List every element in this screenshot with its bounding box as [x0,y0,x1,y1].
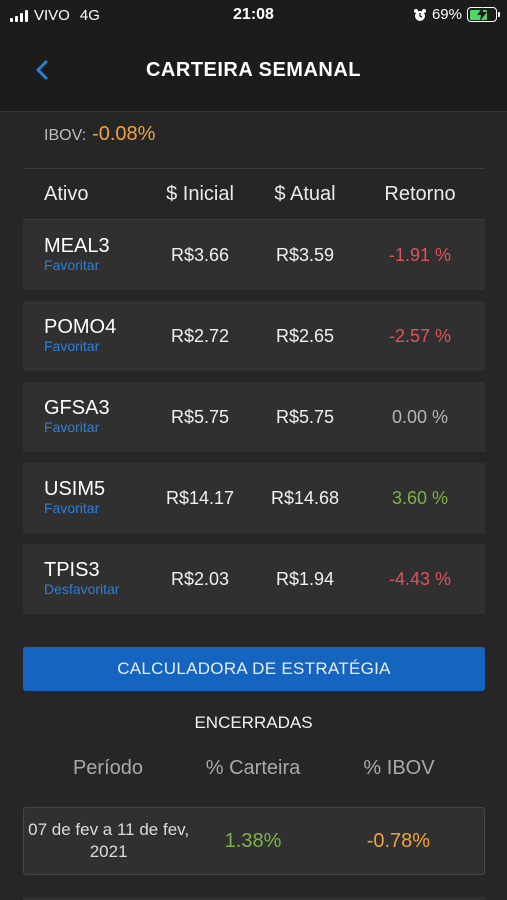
table-header: Ativo $ Inicial $ Atual Retorno [23,168,485,220]
favorite-toggle-link[interactable]: Desfavoritar [44,581,119,597]
table-row[interactable]: USIM5 Favoritar R$14.17 R$14.68 3.60 % [23,463,485,533]
strategy-calculator-button[interactable]: CALCULADORA DE ESTRATÉGIA [23,647,485,691]
return-value: -1.91 % [388,244,452,265]
battery-percent: 69% [431,6,462,23]
header-periodo: Período [72,757,144,779]
header-atual: $ Atual [274,182,336,205]
ticker: TPIS3 [44,559,100,581]
ticker: MEAL3 [44,235,110,257]
page-title: CARTEIRA SEMANAL [145,59,362,81]
status-right: 69% [413,6,500,23]
initial-price: R$2.03 [170,568,230,589]
current-price: R$2.65 [275,325,335,346]
table-row[interactable]: POMO4 Favoritar R$2.72 R$2.65 -2.57 % [23,301,485,371]
initial-price: R$3.66 [170,244,230,265]
portfolio-table: Ativo $ Inicial $ Atual Retorno MEAL3 Fav… [23,168,485,614]
asset-cell: TPIS3 Desfavoritar [23,559,145,599]
favorite-toggle-link[interactable]: Favoritar [44,338,99,354]
closed-section-title: ENCERRADAS [194,713,313,732]
return-value: -4.43 % [388,568,452,589]
alarm-icon [413,8,426,21]
asset-cell: POMO4 Favoritar [23,316,145,356]
current-price: R$1.94 [275,568,335,589]
ticker: GFSA3 [44,397,110,419]
ibov-value: -0.08% [92,123,156,145]
ibov-summary: IBOV: -0.08% [44,123,155,146]
asset-cell: MEAL3 Favoritar [23,235,145,275]
table-body: MEAL3 Favoritar R$3.66 R$3.59 -1.91 % POMO4 Fa… [23,220,485,614]
return-value: 3.60 % [391,487,449,508]
closed-ibov-value: -0.78% [366,829,431,852]
closed-carteira-value: 1.38% [224,829,282,852]
initial-price: R$5.75 [170,406,230,427]
current-price: R$3.59 [275,244,335,265]
nav-bar: CARTEIRA SEMANAL [0,32,507,112]
closed-table-header: Período % Carteira % IBOV [23,757,485,780]
favorite-toggle-link[interactable]: Favoritar [44,257,99,273]
ibov-label: IBOV: [44,127,87,144]
header-retorno: Retorno [384,182,456,205]
table-row[interactable]: TPIS3 Desfavoritar R$2.03 R$1.94 -4.43 % [23,544,485,614]
header-carteira: % Carteira [205,757,301,779]
initial-price: R$2.72 [170,325,230,346]
table-row[interactable]: GFSA3 Favoritar R$5.75 R$5.75 0.00 % [23,382,485,452]
asset-cell: USIM5 Favoritar [23,478,145,518]
return-value: 0.00 % [391,406,449,427]
favorite-toggle-link[interactable]: Favoritar [44,419,99,435]
return-value: -2.57 % [388,325,452,346]
favorite-toggle-link[interactable]: Favoritar [44,500,99,516]
ticker: POMO4 [44,316,117,338]
closed-period: 07 de fev a 11 de fev, 2021 [28,820,190,861]
current-price: R$5.75 [275,406,335,427]
charging-icon [477,7,487,21]
header-ibov: % IBOV [363,757,435,779]
ticker: USIM5 [44,478,106,500]
table-row[interactable]: MEAL3 Favoritar R$3.66 R$3.59 -1.91 % [23,220,485,290]
asset-cell: GFSA3 Favoritar [23,397,145,437]
header-inicial: $ Inicial [166,182,234,205]
current-price: R$14.68 [270,487,340,508]
initial-price: R$14.17 [165,487,235,508]
header-ativo: Ativo [44,182,89,205]
battery-icon [467,7,500,22]
closed-row[interactable]: 07 de fev a 11 de fev, 2021 1.38% -0.78% [23,807,485,875]
status-bar: VIVO 4G 21:08 69% [0,0,507,32]
